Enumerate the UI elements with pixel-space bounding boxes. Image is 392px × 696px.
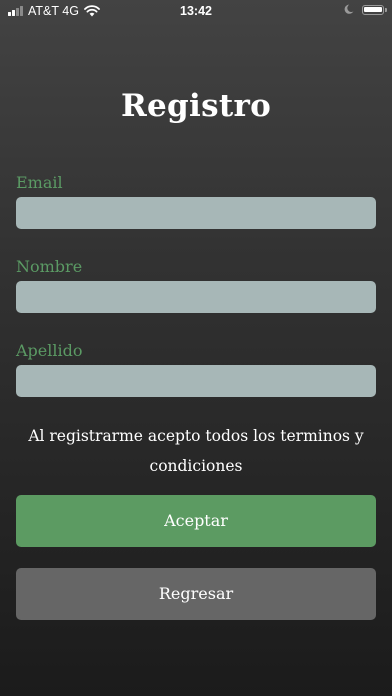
moon-icon (344, 4, 354, 14)
status-bar: AT&T 4G 13:42 (0, 0, 392, 24)
apellido-label: Apellido (16, 341, 83, 360)
terms-text: Al registrarme acepto todos los terminos… (28, 427, 364, 475)
page-title: Registro (120, 88, 272, 124)
battery-fill (364, 6, 383, 13)
status-right (344, 4, 387, 15)
apellido-field[interactable] (16, 365, 376, 397)
back-button[interactable]: Regresar (16, 568, 376, 620)
email-label: Email (16, 173, 63, 192)
battery-icon (362, 4, 387, 15)
status-time: 13:42 (180, 4, 212, 18)
nombre-label: Nombre (16, 257, 83, 276)
email-field[interactable] (16, 197, 376, 229)
accept-button[interactable]: Aceptar (16, 495, 376, 547)
nombre-field[interactable] (16, 281, 376, 313)
